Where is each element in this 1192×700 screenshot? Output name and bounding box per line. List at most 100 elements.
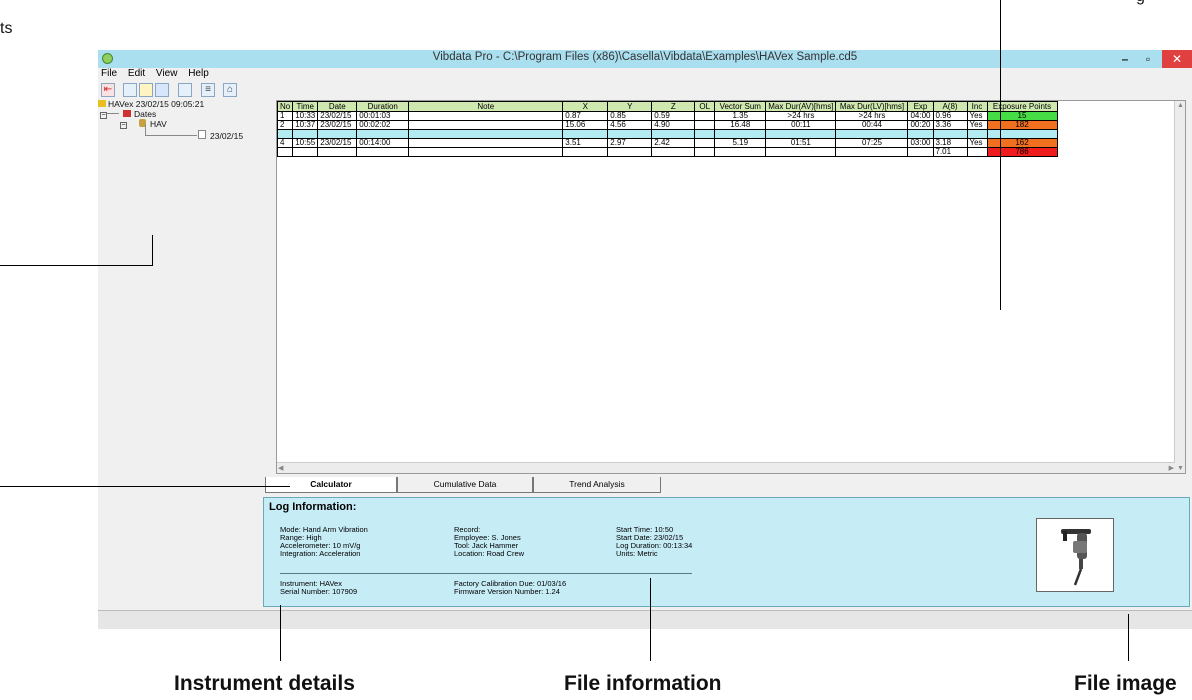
cell-y: 2.97 [607, 138, 653, 148]
cell-a8: 0.96 [932, 111, 968, 121]
tree-leaf[interactable]: 23/02/15 [198, 130, 243, 141]
cell-points: 786 [986, 147, 1058, 157]
cell-exp [907, 147, 934, 157]
cell-note [408, 138, 564, 148]
cell-no [276, 129, 294, 139]
col-header-duration[interactable]: Duration [356, 101, 410, 112]
print-icon[interactable]: ≡ [201, 83, 215, 97]
tree-dates-label: Dates [134, 109, 157, 119]
data-table: No Time Date Duration Note X Y Z OL Vect… [276, 101, 1058, 157]
table-row[interactable]: 7.01 786 [276, 147, 1058, 157]
col-header-z[interactable]: Z [651, 101, 696, 112]
open-icon[interactable]: ⇤ [101, 83, 115, 97]
col-header-ol[interactable]: OL [694, 101, 716, 112]
col-header-max-dur-av[interactable]: Max Dur(AV)[hms] [765, 101, 837, 112]
cell-y [607, 147, 653, 157]
log-col-mode: Mode: Hand Arm Vibration Range: High Acc… [280, 526, 368, 558]
tree-root[interactable]: HAVex 23/02/15 09:05:21 [98, 99, 204, 109]
menu-edit[interactable]: Edit [128, 68, 145, 79]
tab-calculator[interactable]: Calculator [265, 477, 397, 493]
new-icon[interactable] [123, 83, 137, 97]
col-header-date[interactable]: Date [317, 101, 358, 112]
menu-file[interactable]: File [101, 68, 117, 79]
cell-date [317, 147, 358, 157]
app-window: Vibdata Pro - C:\Program Files (x86)\Cas… [98, 50, 1192, 629]
col-header-vector-sum[interactable]: Vector Sum [714, 101, 767, 112]
tab-cumulative-data[interactable]: Cumulative Data [397, 477, 533, 493]
cell-max-lv: 07:25 [835, 138, 909, 148]
tree-line [107, 113, 119, 114]
callout-line [650, 578, 651, 661]
table-row[interactable]: 4 10:55 23/02/15 00:14:00 3.51 2.97 2.42 5.19 01… [276, 138, 1058, 148]
cell-note [408, 111, 564, 121]
horizontal-scrollbar[interactable]: ◀ ▶ [277, 462, 1175, 473]
cell-time: 10:33 [292, 111, 319, 121]
cell-a8: 3.36 [932, 120, 968, 130]
table-header-row: No Time Date Duration Note X Y Z OL Vect… [276, 101, 1058, 112]
cell-vsum: 16.48 [714, 120, 767, 130]
tree-hav[interactable]: − HAV [120, 119, 167, 129]
cell-inc: Yes [966, 111, 988, 121]
maximize-button[interactable]: ▫ [1136, 50, 1160, 68]
scroll-left-icon[interactable]: ◀ [278, 464, 283, 472]
col-header-exp[interactable]: Exp [907, 101, 934, 112]
menu-help[interactable]: Help [188, 68, 209, 79]
cell-duration [356, 147, 410, 157]
home-icon[interactable]: ⌂ [223, 83, 237, 97]
folder-icon[interactable] [139, 83, 153, 97]
cell-max-lv: 00:44 [835, 120, 909, 130]
collapse-icon[interactable]: − [120, 122, 127, 129]
copy-icon[interactable] [178, 83, 192, 97]
callout-line [1000, 0, 1001, 310]
col-header-inc[interactable]: Inc [966, 101, 988, 112]
cell-x: 0.87 [562, 111, 609, 121]
cell-z [651, 129, 696, 139]
scroll-down-icon[interactable]: ▼ [1177, 465, 1184, 472]
cell-time: 10:37 [292, 120, 319, 130]
scroll-up-icon[interactable]: ▲ [1177, 102, 1184, 109]
scroll-right-icon[interactable]: ▶ [1169, 464, 1174, 472]
cell-date: 23/02/15 [317, 111, 358, 121]
cell-ol [694, 120, 716, 130]
cell-exp [907, 129, 934, 139]
cell-y [607, 129, 653, 139]
col-header-no[interactable]: No [276, 101, 294, 112]
tab-trend-analysis[interactable]: Trend Analysis [533, 477, 661, 493]
cell-ol [694, 129, 716, 139]
menu-view[interactable]: View [156, 68, 178, 79]
save-icon[interactable] [155, 83, 169, 97]
cell-max-lv: >24 hrs [835, 111, 909, 121]
minimize-button[interactable]: – [1114, 50, 1136, 68]
cell-time [292, 147, 319, 157]
table-row[interactable]: 2 10:37 23/02/15 00:02:02 15.06 4.56 4.90 16.48… [276, 120, 1058, 130]
cell-duration: 00:02:02 [356, 120, 410, 130]
tree-view: HAVex 23/02/15 09:05:21 − Dates − HAV 23/0… [98, 99, 274, 459]
tree-dates[interactable]: − Dates [100, 109, 156, 119]
table-row[interactable]: 423 [276, 129, 1058, 139]
cell-note [408, 120, 564, 130]
cell-duration: 00:14:00 [356, 138, 410, 148]
log-line: Serial Number: 107909 [280, 587, 358, 596]
collapse-icon[interactable]: − [100, 112, 107, 119]
close-button[interactable]: ✕ [1162, 50, 1192, 68]
cell-a8: 3.18 [932, 138, 968, 148]
callout-line [0, 265, 152, 266]
cell-inc [966, 147, 988, 157]
col-header-exposure-points[interactable]: Exposure Points [986, 101, 1058, 112]
col-header-note[interactable]: Note [408, 101, 564, 112]
cell-max-av [765, 129, 837, 139]
status-bar [98, 610, 1192, 629]
vertical-scrollbar[interactable]: ▲ ▼ [1174, 101, 1185, 473]
callout-line [280, 605, 281, 661]
cell-z [651, 147, 696, 157]
col-header-time[interactable]: Time [292, 101, 319, 112]
col-header-a8[interactable]: A(8) [932, 101, 968, 112]
tree-leaf-label: 23/02/15 [210, 131, 244, 141]
col-header-y[interactable]: Y [607, 101, 653, 112]
callout-top-left-text: ts [0, 20, 13, 37]
table-row[interactable]: 1 10:33 23/02/15 00:01:03 0.87 0.85 0.59 1.35 >2… [276, 111, 1058, 121]
col-header-x[interactable]: X [562, 101, 609, 112]
callout-top-right-text: g [1136, 0, 1145, 6]
cell-max-lv [835, 129, 909, 139]
col-header-max-dur-lv[interactable]: Max Dur(LV)[hms] [835, 101, 909, 112]
